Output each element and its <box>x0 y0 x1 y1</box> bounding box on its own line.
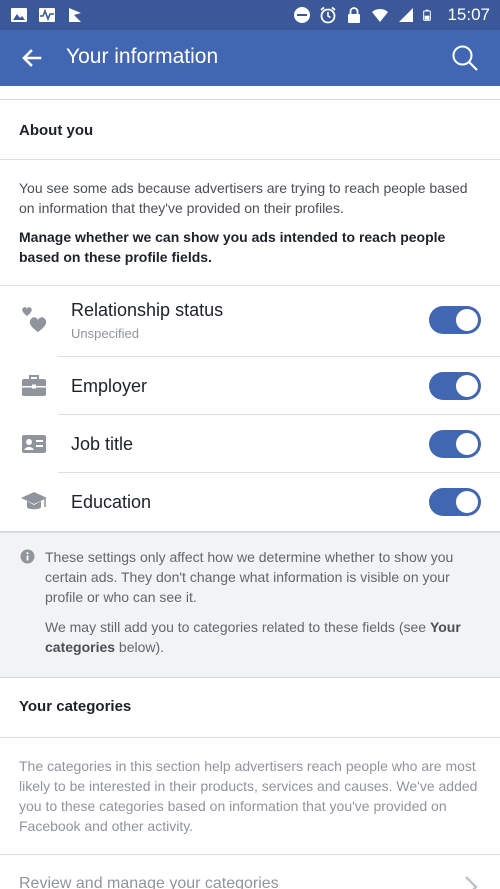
education-toggle[interactable] <box>429 488 481 516</box>
content-area: About you You see some ads because adver… <box>0 86 500 889</box>
your-categories-description: The categories in this section help adve… <box>19 758 478 834</box>
briefcase-icon <box>22 375 46 396</box>
field-row-employer[interactable]: Employer <box>0 357 500 415</box>
graduation-cap-icon <box>21 492 47 510</box>
about-you-description: You see some ads because advertisers are… <box>0 160 500 285</box>
hearts-icon <box>22 307 47 332</box>
flag-icon <box>69 8 81 22</box>
field-row-education[interactable]: Education <box>0 473 500 531</box>
note-text: These settings only affect how we determ… <box>45 549 454 605</box>
status-bar: 15:07 <box>0 0 500 30</box>
job-title-toggle[interactable] <box>429 430 481 458</box>
settings-note: These settings only affect how we determ… <box>0 532 500 678</box>
manage-text: Manage whether we can show you ads inten… <box>19 229 446 265</box>
image-icon <box>11 8 27 22</box>
toggle-knob <box>456 375 478 397</box>
toggle-knob <box>456 491 478 513</box>
field-sublabel: Unspecified <box>71 326 139 341</box>
review-categories-row[interactable]: Review and manage your categories <box>0 854 500 889</box>
search-icon[interactable] <box>450 43 480 73</box>
field-label: Education <box>71 492 152 512</box>
note-categories-text: We may still add you to categories relat… <box>45 619 461 655</box>
activity-icon <box>39 8 55 22</box>
relationship-status-toggle[interactable] <box>429 306 481 334</box>
alarm-icon <box>320 6 337 24</box>
toggle-knob <box>456 309 478 331</box>
info-icon <box>20 549 35 564</box>
back-arrow-icon[interactable] <box>20 46 44 70</box>
field-row-job-title[interactable]: Job title <box>0 415 500 473</box>
app-bar: Your information <box>0 30 500 86</box>
review-categories-label: Review and manage your categories <box>19 875 279 889</box>
your-categories-heading: Your categories <box>0 678 500 738</box>
field-label: Employer <box>71 376 148 396</box>
field-row-relationship-status[interactable]: Relationship status Unspecified <box>0 286 500 357</box>
signal-icon <box>399 8 414 22</box>
wifi-icon <box>372 8 389 22</box>
field-label: Job title <box>71 434 134 454</box>
chevron-right-icon <box>465 876 478 889</box>
clock: 15:07 <box>447 5 490 24</box>
about-you-section: About you You see some ads because adver… <box>0 100 500 532</box>
page-title: Your information <box>66 45 219 68</box>
employer-toggle[interactable] <box>429 372 481 400</box>
about-you-description-text: You see some ads because advertisers are… <box>19 180 468 216</box>
about-you-heading: About you <box>0 100 500 160</box>
field-label: Relationship status <box>71 300 224 320</box>
battery-icon <box>423 9 432 21</box>
lock-icon <box>348 7 361 23</box>
do-not-disturb-icon <box>294 7 311 23</box>
your-categories-section: Your categories The categories in this s… <box>0 678 500 889</box>
id-card-icon <box>22 435 46 453</box>
toggle-knob <box>456 433 478 455</box>
top-strip <box>0 86 500 100</box>
